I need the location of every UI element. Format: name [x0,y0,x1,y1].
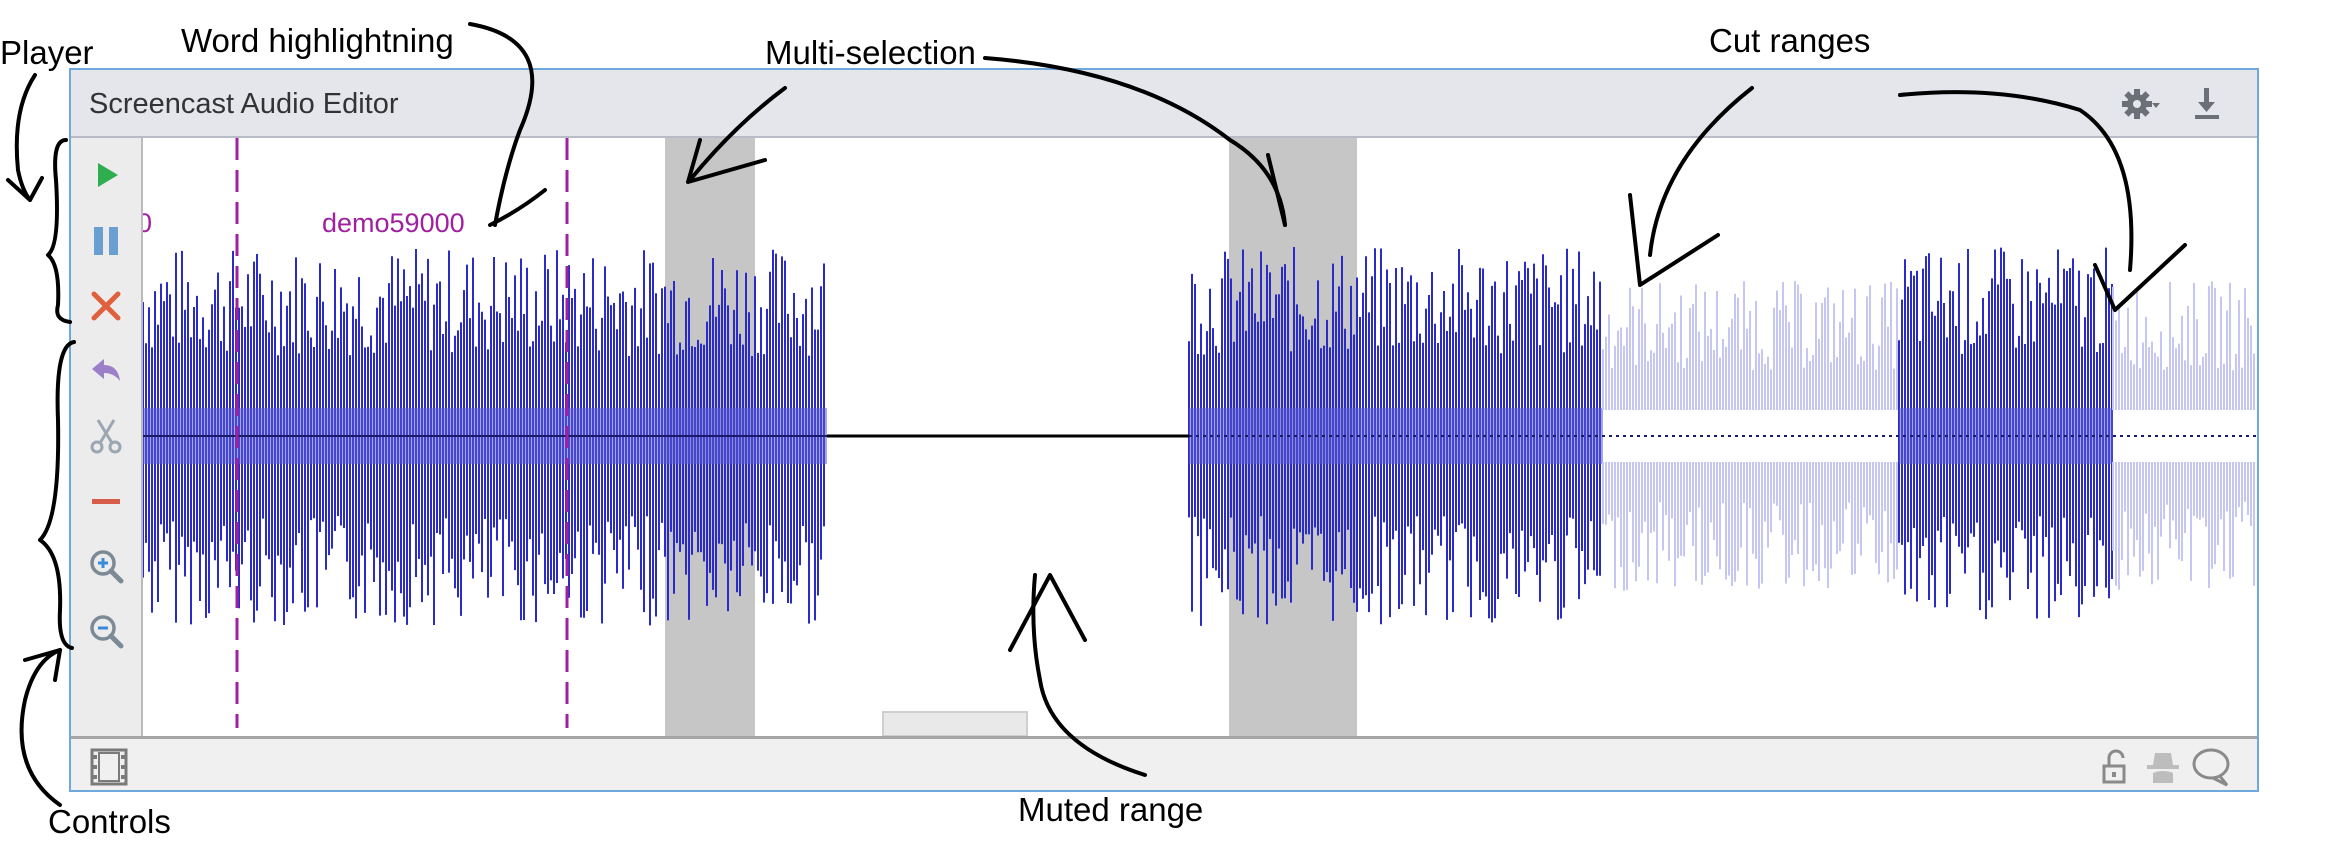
audio-segment[interactable] [1898,247,2113,620]
player-annotation-arrowhead [6,176,44,202]
undo-button[interactable] [83,348,129,394]
controls-annotation-arrowhead [23,648,62,682]
title-bar: Screencast Audio Editor [71,70,2257,138]
stop-button[interactable] [83,283,129,329]
unlock-icon[interactable] [2095,747,2135,787]
multi-selection-annotation-label: Multi-selection [765,34,976,71]
word-label[interactable]: 0 [143,208,152,238]
horizontal-scrollbar-thumb[interactable] [882,711,1028,736]
zoom-in-button[interactable] [83,543,129,589]
word-label[interactable]: demo59000 [322,208,465,238]
film-strip-icon[interactable] [89,747,129,787]
player-bracket [46,138,72,324]
zoom-in-icon [90,550,124,584]
settings-gear-icon[interactable] [2121,84,2161,124]
zoom-out-icon [90,615,124,649]
scissors-icon [90,419,122,454]
minus-icon [92,499,120,504]
speech-bubble-icon[interactable] [2191,747,2231,787]
pause-icon [94,227,118,255]
incognito-icon[interactable] [2143,747,2183,787]
cut-button[interactable] [83,413,129,459]
window-title: Screencast Audio Editor [89,88,399,120]
player-annotation-arrow [14,73,37,202]
play-icon [98,163,118,187]
word-highlighting-annotation-label: Word highlightning [181,22,454,59]
play-button[interactable] [83,152,129,198]
audio-editor-window: Screencast Audio Editor 0 demo59000 [69,68,2259,792]
muted-range-annotation-label: Muted range [1018,791,1204,828]
controls-annotation-arrow [19,648,62,807]
waveform-editor[interactable]: 0 demo59000 [143,138,2257,736]
controls-toolbar [71,138,143,736]
mute-button[interactable] [83,478,129,524]
download-icon[interactable] [2187,84,2227,124]
player-annotation-label: Player [0,34,94,71]
pause-button[interactable] [83,218,129,264]
close-icon [91,291,121,321]
cut-ranges-annotation-label: Cut ranges [1709,22,1871,59]
controls-annotation-label: Controls [48,803,171,840]
bottom-status-bar [71,736,2257,790]
zoom-out-button[interactable] [83,608,129,654]
undo-arrow-icon [92,359,120,381]
waveform-canvas[interactable]: 0 demo59000 [143,138,2257,736]
